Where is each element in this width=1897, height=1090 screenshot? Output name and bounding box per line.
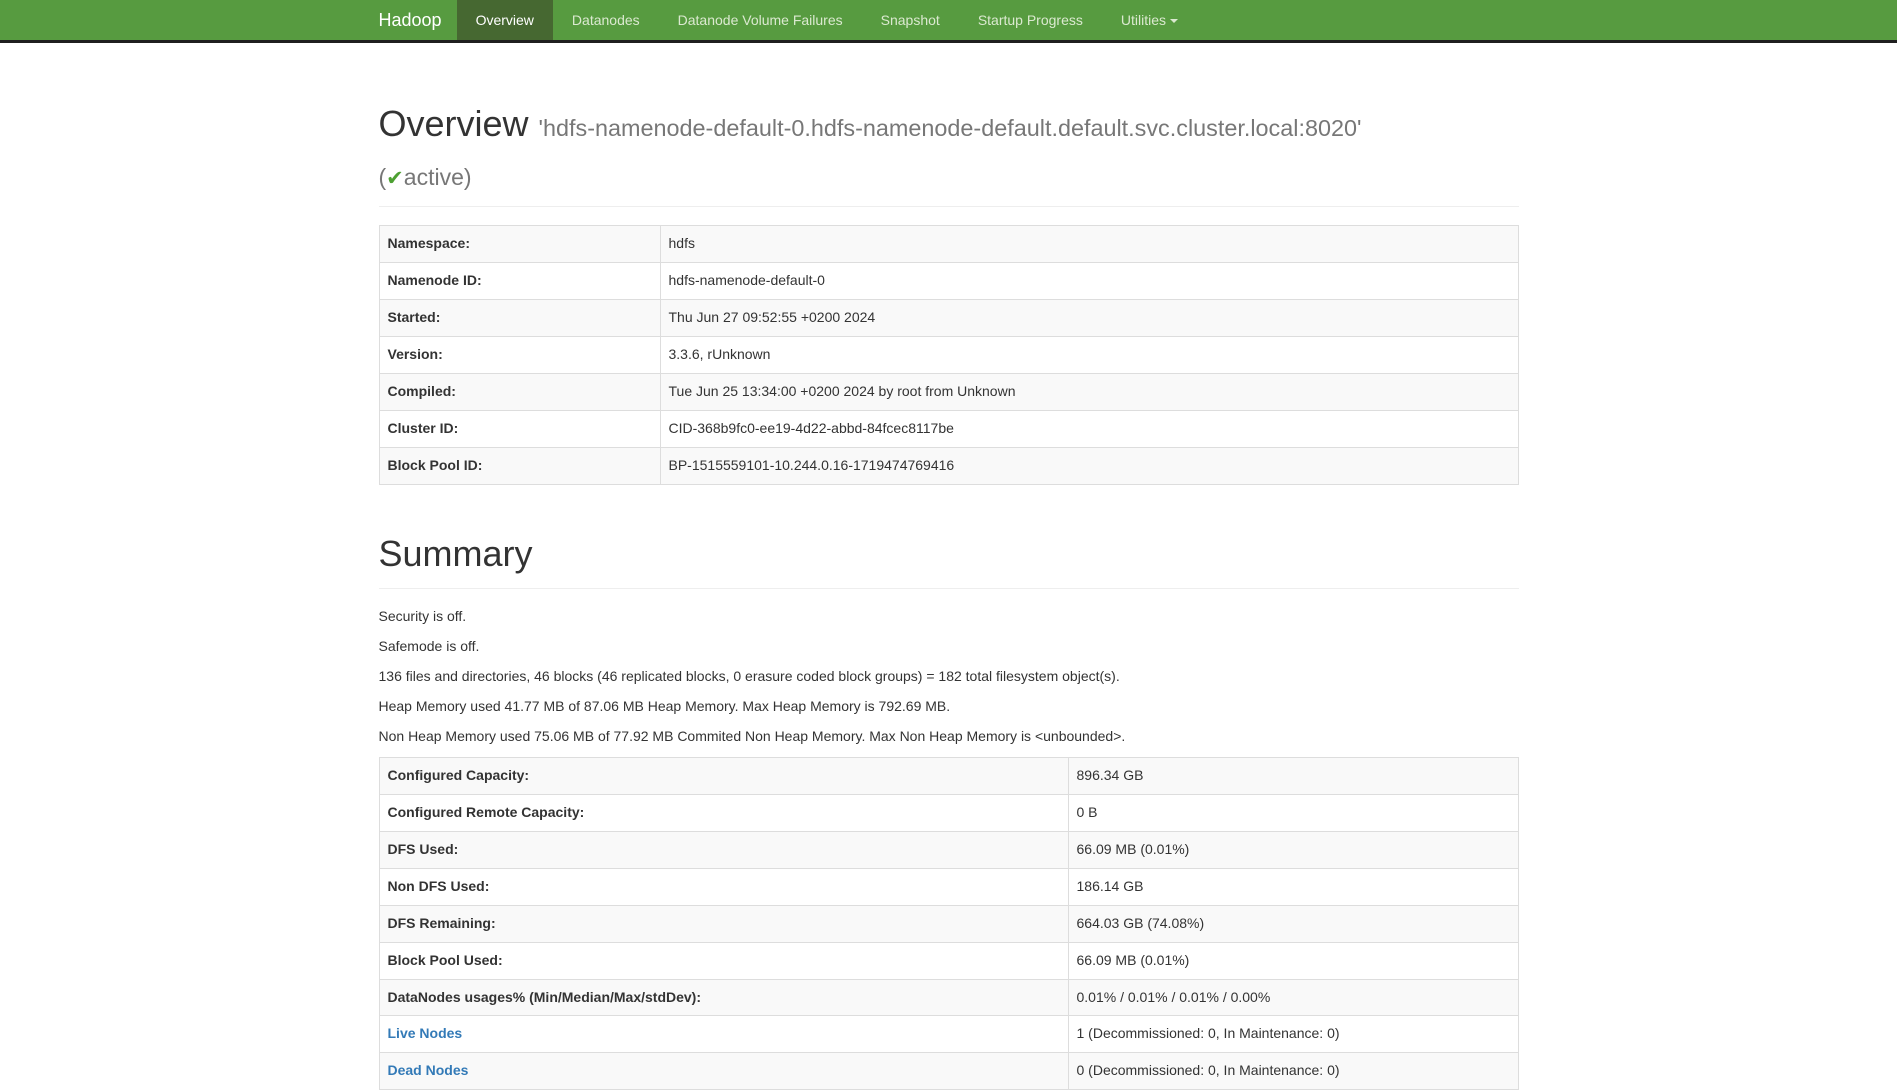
row-label: Configured Capacity:	[379, 757, 1068, 794]
summary-heap-memory: Heap Memory used 41.77 MB of 87.06 MB He…	[379, 697, 1519, 717]
table-row: DataNodes usages% (Min/Median/Max/stdDev…	[379, 979, 1518, 1016]
page-title: Overview 'hdfs-namenode-default-0.hdfs-n…	[379, 100, 1519, 197]
page-title-text: Overview	[379, 103, 529, 144]
nav-item-datanode-volume-failures: Datanode Volume Failures	[659, 0, 862, 40]
check-icon: ✔	[386, 167, 404, 190]
summary-text-block: Security is off. Safemode is off. 136 fi…	[379, 607, 1519, 747]
nav-item-snapshot: Snapshot	[862, 0, 959, 40]
row-label: Version:	[379, 337, 660, 374]
dead-nodes-link[interactable]: Dead Nodes	[388, 1062, 469, 1078]
overview-header: Overview 'hdfs-namenode-default-0.hdfs-n…	[379, 100, 1519, 207]
table-row: DFS Used: 66.09 MB (0.01%)	[379, 831, 1518, 868]
row-value: BP-1515559101-10.244.0.16-1719474769416	[660, 448, 1518, 485]
row-label: Non DFS Used:	[379, 868, 1068, 905]
table-row: DFS Remaining: 664.03 GB (74.08%)	[379, 905, 1518, 942]
row-value: hdfs-namenode-default-0	[660, 263, 1518, 300]
row-label: Compiled:	[379, 374, 660, 411]
row-label: DFS Used:	[379, 831, 1068, 868]
row-value: 66.09 MB (0.01%)	[1068, 942, 1518, 979]
table-row: Non DFS Used: 186.14 GB	[379, 868, 1518, 905]
cluster-info-table: Namespace: hdfs Namenode ID: hdfs-nameno…	[379, 225, 1519, 485]
row-value: 186.14 GB	[1068, 868, 1518, 905]
summary-non-heap-memory: Non Heap Memory used 75.06 MB of 77.92 M…	[379, 727, 1519, 747]
row-value: 664.03 GB (74.08%)	[1068, 905, 1518, 942]
row-label: DataNodes usages% (Min/Median/Max/stdDev…	[379, 979, 1068, 1016]
row-label: Started:	[379, 300, 660, 337]
row-value: 0.01% / 0.01% / 0.01% / 0.00%	[1068, 979, 1518, 1016]
table-row: Dead Nodes 0 (Decommissioned: 0, In Main…	[379, 1053, 1518, 1090]
row-label: Block Pool Used:	[379, 942, 1068, 979]
row-label: Namespace:	[379, 226, 660, 263]
nav-item-utilities: Utilities	[1102, 0, 1197, 40]
summary-security: Security is off.	[379, 607, 1519, 627]
row-value: 3.3.6, rUnknown	[660, 337, 1518, 374]
nav-link-utilities-dropdown[interactable]: Utilities	[1102, 0, 1197, 40]
summary-header: Summary	[379, 530, 1519, 589]
namenode-status: (✔active)	[379, 164, 472, 190]
table-row: Configured Capacity: 896.34 GB	[379, 757, 1518, 794]
summary-safemode: Safemode is off.	[379, 637, 1519, 657]
live-nodes-link[interactable]: Live Nodes	[388, 1025, 463, 1041]
row-value: Thu Jun 27 09:52:55 +0200 2024	[660, 300, 1518, 337]
nav-item-datanodes: Datanodes	[553, 0, 659, 40]
row-label: Configured Remote Capacity:	[379, 794, 1068, 831]
row-value: 1 (Decommissioned: 0, In Maintenance: 0)	[1068, 1016, 1518, 1053]
table-row: Cluster ID: CID-368b9fc0-ee19-4d22-abbd-…	[379, 411, 1518, 448]
summary-title: Summary	[379, 530, 1519, 579]
navbar-container: Hadoop Overview Datanodes Datanode Volum…	[364, 0, 1534, 40]
row-value: hdfs	[660, 226, 1518, 263]
main-content: Overview 'hdfs-namenode-default-0.hdfs-n…	[364, 100, 1534, 1090]
caret-down-icon	[1170, 19, 1178, 23]
brand-hadoop[interactable]: Hadoop	[379, 0, 457, 40]
nav-link-datanode-volume-failures[interactable]: Datanode Volume Failures	[659, 0, 862, 40]
table-row: Version: 3.3.6, rUnknown	[379, 337, 1518, 374]
navbar-menu: Overview Datanodes Datanode Volume Failu…	[457, 0, 1197, 40]
row-value: CID-368b9fc0-ee19-4d22-abbd-84fcec8117be	[660, 411, 1518, 448]
row-label: DFS Remaining:	[379, 905, 1068, 942]
table-row: Compiled: Tue Jun 25 13:34:00 +0200 2024…	[379, 374, 1518, 411]
table-row: Configured Remote Capacity: 0 B	[379, 794, 1518, 831]
nav-link-startup-progress[interactable]: Startup Progress	[959, 0, 1102, 40]
nav-link-datanodes[interactable]: Datanodes	[553, 0, 659, 40]
summary-filesystem-objects: 136 files and directories, 46 blocks (46…	[379, 667, 1519, 687]
table-row: Live Nodes 1 (Decommissioned: 0, In Main…	[379, 1016, 1518, 1053]
row-value: 0 B	[1068, 794, 1518, 831]
namenode-address: 'hdfs-namenode-default-0.hdfs-namenode-d…	[539, 115, 1362, 141]
table-row: Started: Thu Jun 27 09:52:55 +0200 2024	[379, 300, 1518, 337]
row-value: 66.09 MB (0.01%)	[1068, 831, 1518, 868]
row-label: Namenode ID:	[379, 263, 660, 300]
summary-table: Configured Capacity: 896.34 GB Configure…	[379, 757, 1519, 1090]
row-label: Live Nodes	[379, 1016, 1068, 1053]
row-label: Dead Nodes	[379, 1053, 1068, 1090]
row-label: Cluster ID:	[379, 411, 660, 448]
table-row: Namespace: hdfs	[379, 226, 1518, 263]
row-value: 0 (Decommissioned: 0, In Maintenance: 0)	[1068, 1053, 1518, 1090]
nav-item-startup-progress: Startup Progress	[959, 0, 1102, 40]
top-navbar: Hadoop Overview Datanodes Datanode Volum…	[0, 0, 1897, 43]
row-label: Block Pool ID:	[379, 448, 660, 485]
row-value: Tue Jun 25 13:34:00 +0200 2024 by root f…	[660, 374, 1518, 411]
nav-link-snapshot[interactable]: Snapshot	[862, 0, 959, 40]
nav-link-overview[interactable]: Overview	[457, 0, 553, 40]
table-row: Block Pool Used: 66.09 MB (0.01%)	[379, 942, 1518, 979]
nav-item-overview: Overview	[457, 0, 553, 40]
row-value: 896.34 GB	[1068, 757, 1518, 794]
table-row: Block Pool ID: BP-1515559101-10.244.0.16…	[379, 448, 1518, 485]
table-row: Namenode ID: hdfs-namenode-default-0	[379, 263, 1518, 300]
